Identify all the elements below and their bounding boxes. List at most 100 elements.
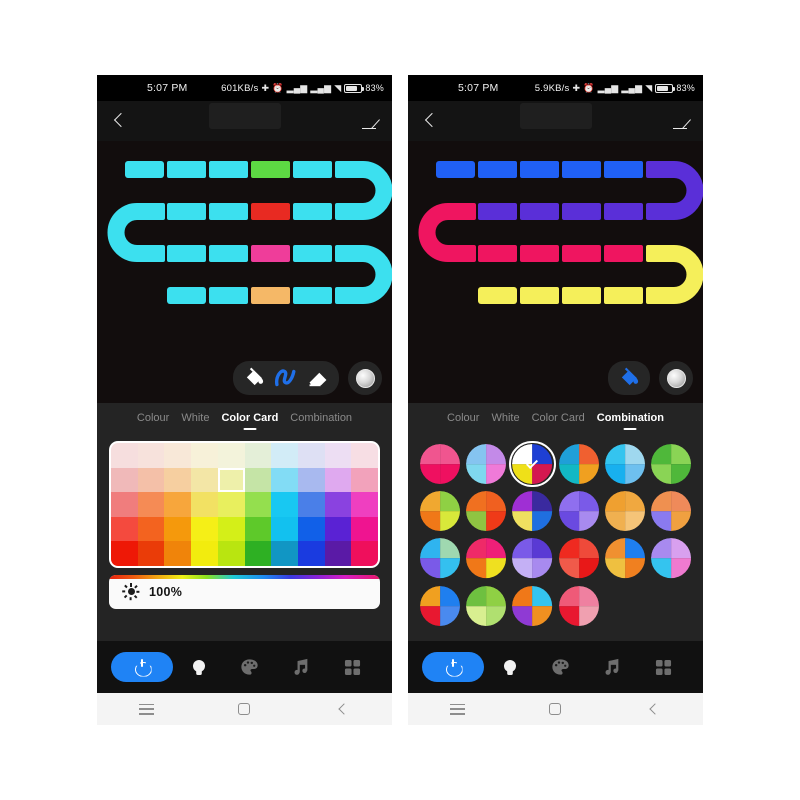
color-swatch[interactable] xyxy=(111,541,138,566)
combination-grid[interactable] xyxy=(420,440,692,626)
color-swatch[interactable] xyxy=(244,516,272,542)
back-icon[interactable] xyxy=(422,113,438,129)
color-knob-button[interactable] xyxy=(348,361,382,395)
color-swatch[interactable] xyxy=(164,492,192,517)
home-icon[interactable] xyxy=(538,699,572,719)
combination-wheel[interactable] xyxy=(558,491,599,532)
color-swatch[interactable] xyxy=(324,443,352,468)
combination-wheel[interactable] xyxy=(558,538,599,579)
combination-wheel[interactable] xyxy=(512,538,553,579)
color-swatch[interactable] xyxy=(217,492,245,517)
power-button[interactable] xyxy=(111,652,173,682)
combination-wheel[interactable] xyxy=(466,491,507,532)
combination-wheel[interactable] xyxy=(558,585,599,626)
color-swatch[interactable] xyxy=(297,492,325,517)
tab-colour[interactable]: Colour xyxy=(137,412,169,431)
color-swatch[interactable] xyxy=(297,443,325,468)
combination-wheel[interactable] xyxy=(466,585,507,626)
tab-colour[interactable]: Colour xyxy=(447,412,479,431)
music-note-icon[interactable] xyxy=(290,656,312,678)
color-swatch[interactable] xyxy=(351,541,378,566)
combination-wheel[interactable] xyxy=(466,538,507,579)
color-swatch[interactable] xyxy=(324,492,352,517)
tab-white[interactable]: White xyxy=(491,412,519,431)
grid-icon[interactable] xyxy=(341,656,363,678)
grid-icon[interactable] xyxy=(652,656,674,678)
bulb-icon[interactable] xyxy=(499,656,521,678)
color-swatch[interactable] xyxy=(217,541,245,566)
back-icon[interactable] xyxy=(326,699,360,719)
color-swatch[interactable] xyxy=(111,516,138,542)
menu-icon[interactable] xyxy=(129,699,163,719)
palette-icon[interactable] xyxy=(239,656,261,678)
combination-wheel[interactable] xyxy=(558,444,599,485)
power-button[interactable] xyxy=(422,652,484,682)
edit-pencil-icon[interactable] xyxy=(671,112,689,130)
color-swatch[interactable] xyxy=(324,541,352,566)
color-swatch[interactable] xyxy=(164,541,192,566)
paint-bucket-tool[interactable] xyxy=(614,365,644,391)
led-strip-preview-left[interactable] xyxy=(97,141,392,403)
combination-wheel[interactable] xyxy=(650,491,692,532)
combination-wheel[interactable] xyxy=(420,491,461,532)
color-swatch[interactable] xyxy=(324,467,352,493)
color-swatch[interactable] xyxy=(217,443,245,468)
color-swatch[interactable] xyxy=(351,492,378,517)
color-swatch[interactable] xyxy=(271,541,298,566)
color-swatch[interactable] xyxy=(137,516,165,542)
color-swatch[interactable] xyxy=(244,541,272,566)
tab-color-card[interactable]: Color Card xyxy=(221,412,278,431)
back-icon[interactable] xyxy=(111,113,127,129)
color-swatch[interactable] xyxy=(217,516,245,542)
combination-wheel[interactable] xyxy=(420,585,461,626)
color-swatch[interactable] xyxy=(217,467,245,493)
paint-bucket-tool[interactable] xyxy=(239,365,269,391)
combination-wheel[interactable] xyxy=(604,444,645,485)
color-swatch[interactable] xyxy=(244,492,272,517)
color-swatch[interactable] xyxy=(111,443,138,468)
combination-wheel[interactable] xyxy=(420,538,461,579)
color-swatch[interactable] xyxy=(191,492,218,517)
combination-wheel[interactable] xyxy=(512,585,553,626)
color-swatch[interactable] xyxy=(297,541,325,566)
combination-wheel[interactable] xyxy=(604,491,645,532)
combination-wheel[interactable] xyxy=(512,491,553,532)
color-swatch[interactable] xyxy=(271,443,298,468)
combination-wheel[interactable] xyxy=(420,444,461,485)
color-swatch[interactable] xyxy=(244,467,272,493)
color-swatch[interactable] xyxy=(297,467,325,493)
combination-wheel[interactable] xyxy=(509,440,556,488)
tab-white[interactable]: White xyxy=(181,412,209,431)
color-swatch[interactable] xyxy=(351,467,378,493)
tab-combination[interactable]: Combination xyxy=(290,412,352,431)
color-swatch[interactable] xyxy=(351,516,378,542)
combination-wheel[interactable] xyxy=(466,444,507,485)
color-swatch[interactable] xyxy=(324,516,352,542)
bulb-icon[interactable] xyxy=(188,656,210,678)
color-swatch[interactable] xyxy=(137,541,165,566)
tab-combination[interactable]: Combination xyxy=(597,412,664,431)
home-icon[interactable] xyxy=(227,699,261,719)
color-knob-button[interactable] xyxy=(659,361,693,395)
led-strip-preview-right[interactable] xyxy=(408,141,703,403)
palette-icon[interactable] xyxy=(550,656,572,678)
color-swatch[interactable] xyxy=(191,443,218,468)
combination-wheel[interactable] xyxy=(650,538,692,579)
color-swatch[interactable] xyxy=(191,516,218,542)
color-swatch[interactable] xyxy=(137,467,165,493)
music-note-icon[interactable] xyxy=(601,656,623,678)
color-swatch[interactable] xyxy=(271,516,298,542)
color-swatch[interactable] xyxy=(244,443,272,468)
color-swatch[interactable] xyxy=(191,541,218,566)
combination-wheel[interactable] xyxy=(604,538,645,579)
color-swatch[interactable] xyxy=(164,516,192,542)
color-swatch[interactable] xyxy=(164,443,192,468)
color-palette-grid[interactable] xyxy=(111,443,378,566)
color-swatch[interactable] xyxy=(351,443,378,468)
brightness-bar-left[interactable]: 100% xyxy=(109,574,380,609)
eraser-tool[interactable] xyxy=(303,365,333,391)
color-swatch[interactable] xyxy=(137,443,165,468)
back-icon[interactable] xyxy=(637,699,671,719)
color-swatch[interactable] xyxy=(111,492,138,517)
color-swatch[interactable] xyxy=(137,492,165,517)
